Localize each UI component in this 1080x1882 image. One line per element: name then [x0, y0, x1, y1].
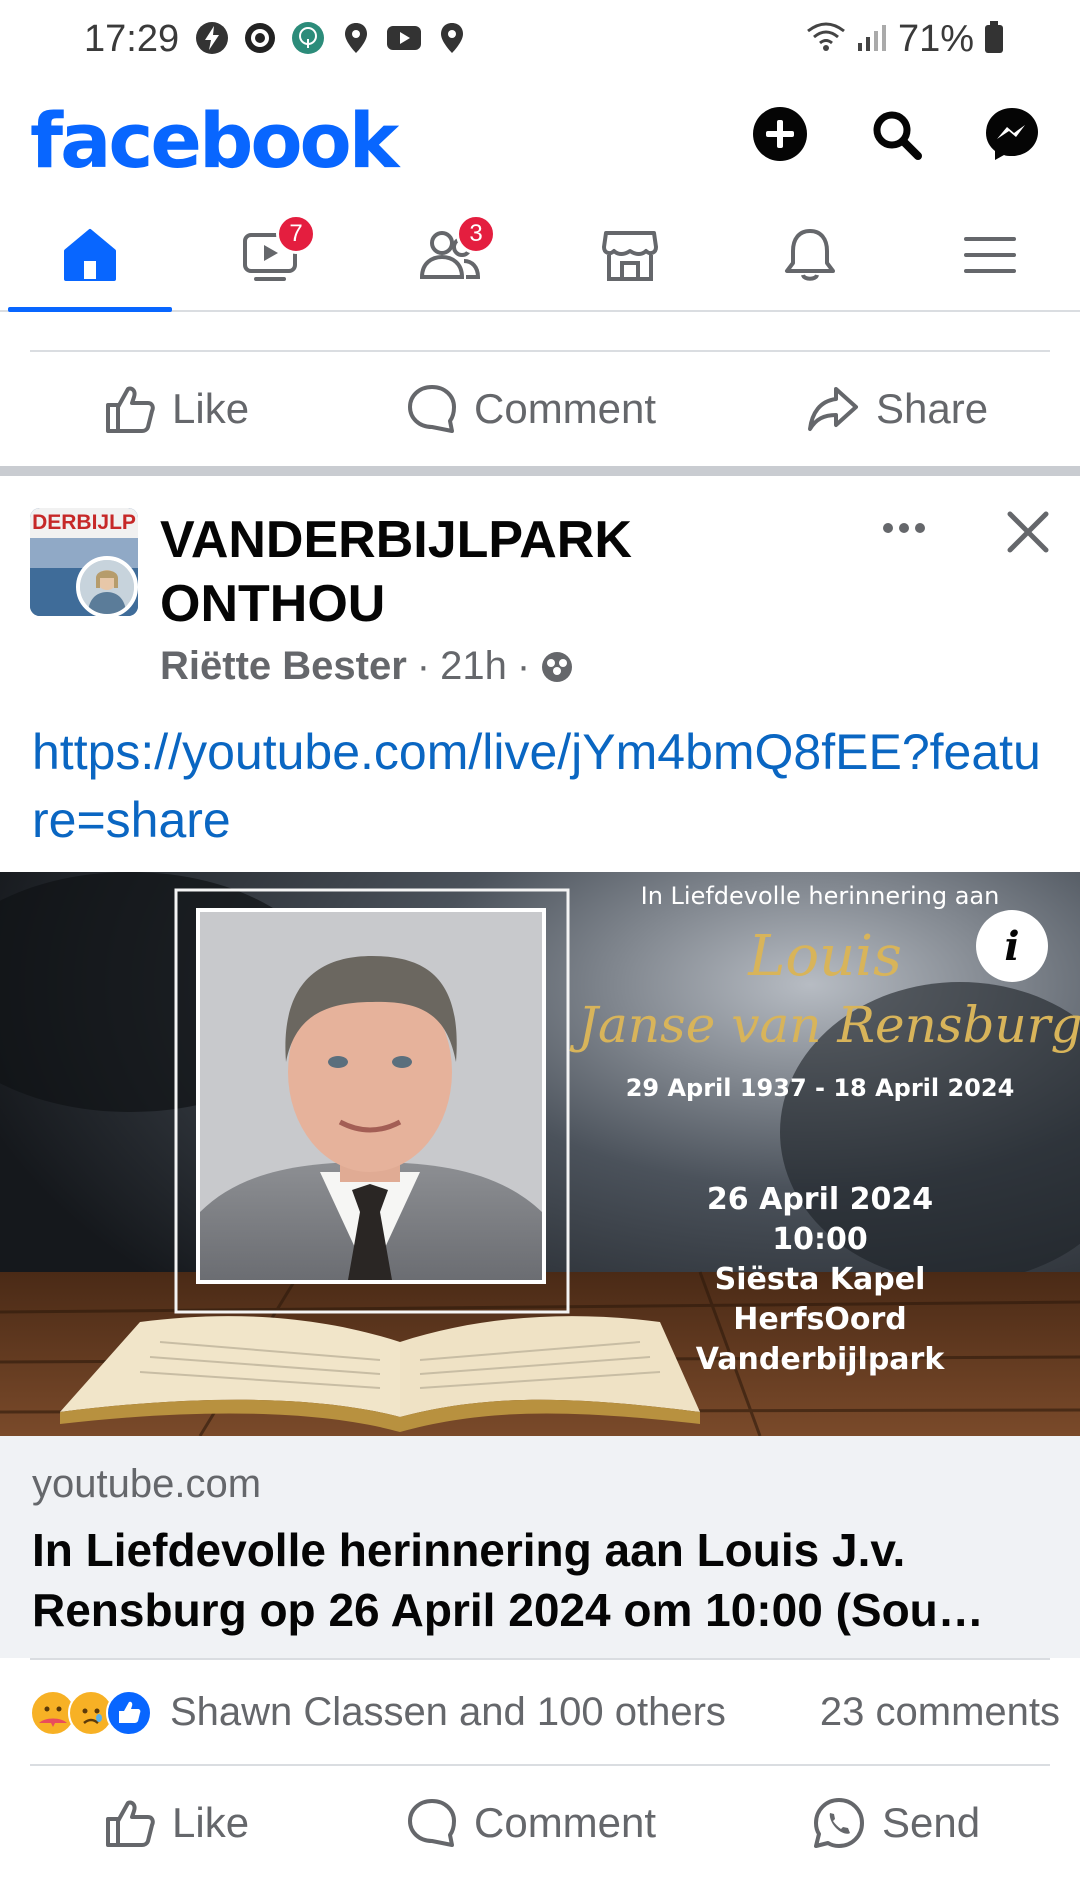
- image-surname: Janse van Rensburg: [578, 996, 1080, 1054]
- author-name[interactable]: Riëtte Bester: [160, 644, 407, 689]
- wifi-icon: [806, 21, 846, 58]
- menu-icon: [964, 237, 1016, 273]
- prev-post-actions: Like Comment Share: [0, 354, 1080, 464]
- add-icon: [753, 107, 807, 161]
- meta-separator: ·: [416, 644, 431, 688]
- more-icon: [883, 523, 925, 533]
- link-domain: youtube.com: [32, 1462, 262, 1506]
- location-icon-2: [434, 20, 470, 56]
- image-service-time: 10:00: [772, 1222, 868, 1257]
- tab-menu[interactable]: [900, 200, 1080, 310]
- divider: [30, 1764, 1050, 1766]
- tab-marketplace[interactable]: [540, 200, 720, 310]
- notification-icons: [194, 20, 470, 56]
- status-time: 17:29: [84, 18, 180, 60]
- bell-icon: [785, 229, 835, 281]
- comment-label: Comment: [474, 385, 657, 432]
- marketplace-icon: [602, 231, 658, 281]
- comment-label: Comment: [474, 1799, 657, 1846]
- whatsapp-icon: [814, 1798, 864, 1848]
- send-label: Send: [882, 1799, 981, 1846]
- image-venue2: HerfsOord: [733, 1302, 907, 1337]
- location-icon: [338, 20, 374, 56]
- share-label: Share: [876, 385, 989, 432]
- like-button[interactable]: Like: [104, 354, 249, 464]
- comment-button[interactable]: Comment: [406, 354, 656, 464]
- close-icon: [1007, 511, 1049, 553]
- friends-badge: 3: [456, 214, 496, 254]
- app-header: facebook: [0, 80, 1080, 200]
- send-button[interactable]: Send: [812, 1768, 980, 1878]
- share-button[interactable]: Share: [806, 354, 988, 464]
- reactions-bar: Shawn Classen and 100 others 23 comments: [0, 1660, 1080, 1764]
- link-preview-image[interactable]: In Liefdevolle herinnering aan Louis Jan…: [0, 872, 1080, 1436]
- link-preview-card[interactable]: youtube.com In Liefdevolle herinnering a…: [0, 1436, 1080, 1658]
- link-title-line1: In Liefdevolle herinnering aan Louis J.v…: [32, 1524, 906, 1576]
- comment-icon: [408, 385, 456, 433]
- like-label: Like: [172, 1799, 250, 1846]
- post-link[interactable]: https://youtube.com/live/jYm4bmQ8fEE?fea…: [32, 718, 1052, 854]
- video-badge: 7: [276, 214, 316, 254]
- tab-home[interactable]: [0, 200, 180, 312]
- tab-notifications[interactable]: [720, 200, 900, 310]
- image-town: Vanderbijlpark: [695, 1342, 945, 1377]
- messenger-button[interactable]: [984, 106, 1040, 162]
- tab-video[interactable]: 7: [180, 200, 360, 310]
- image-service-date: 26 April 2024: [706, 1182, 934, 1217]
- post-actions: Like Comment Send: [0, 1768, 1080, 1878]
- status-bar: 17:29 71%: [0, 0, 1080, 80]
- tab-friends[interactable]: 3: [360, 200, 540, 310]
- reactions-summary[interactable]: Shawn Classen and 100 others: [170, 1690, 726, 1735]
- search-button[interactable]: [868, 106, 924, 162]
- post-time[interactable]: 21h: [440, 644, 507, 689]
- link-title-line2: Rensburg op 26 April 2024 om 10:00 (Sou…: [32, 1584, 984, 1636]
- share-icon: [808, 387, 858, 431]
- signal-icon: [856, 21, 888, 58]
- search-icon: [873, 111, 922, 160]
- meta-separator-2: ·: [516, 644, 531, 688]
- image-heading: In Liefdevolle herinnering aan: [640, 882, 1000, 910]
- home-icon: [64, 229, 116, 281]
- comment-button[interactable]: Comment: [406, 1768, 656, 1878]
- more-options-button[interactable]: [876, 508, 932, 548]
- post-separator: [0, 466, 1080, 476]
- hide-post-button[interactable]: [1000, 504, 1056, 560]
- post-meta: Riëtte Bester · 21h ·: [160, 644, 574, 689]
- comment-icon: [408, 1799, 456, 1847]
- divider: [30, 350, 1050, 352]
- like-label: Like: [172, 385, 250, 432]
- status-right: 71%: [806, 18, 1004, 61]
- audience-group-icon: [542, 651, 573, 682]
- info-button[interactable]: i: [976, 910, 1048, 982]
- image-dates: 29 April 1937 - 18 April 2024: [625, 1074, 1015, 1102]
- youtube-icon: [386, 20, 422, 56]
- tree-app-icon: [290, 20, 326, 56]
- image-venue: Siësta Kapel: [714, 1262, 926, 1297]
- create-button[interactable]: [752, 106, 808, 162]
- like-button[interactable]: Like: [104, 1768, 249, 1878]
- target-app-icon: [242, 20, 278, 56]
- like-icon: [106, 1800, 155, 1847]
- active-tab-indicator: [8, 307, 172, 312]
- messenger-icon: [986, 108, 1038, 160]
- author-avatar[interactable]: [76, 556, 138, 618]
- battery-icon: [984, 20, 1004, 59]
- like-reaction-icon: [106, 1690, 152, 1736]
- like-icon: [106, 386, 155, 433]
- image-first-name: Louis: [748, 924, 902, 989]
- facebook-logo[interactable]: facebook: [30, 96, 399, 185]
- page-name[interactable]: VANDERBIJLPARK ONTHOU: [160, 508, 860, 636]
- comments-count[interactable]: 23 comments: [820, 1690, 1060, 1735]
- battery-percent: 71%: [897, 18, 974, 60]
- power-icon: [194, 20, 230, 56]
- avatar-text: DERBIJLP: [32, 511, 136, 534]
- nav-tabs: 7 3: [0, 200, 1080, 312]
- reaction-icons[interactable]: [30, 1690, 152, 1736]
